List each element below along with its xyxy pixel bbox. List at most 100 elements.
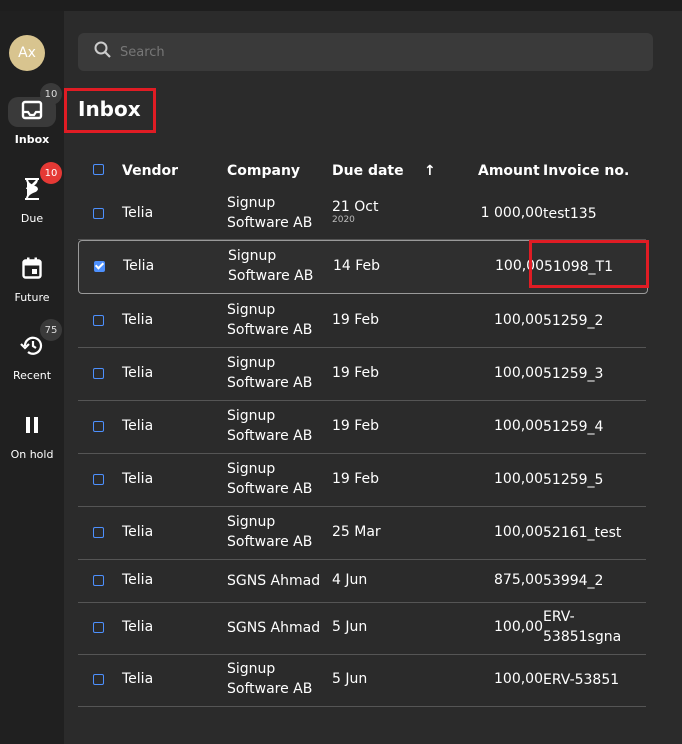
sidebar-item-due[interactable]: 10 Due <box>0 162 64 225</box>
sidebar-item-future[interactable]: Future <box>0 255 64 304</box>
cell-invoice: 53994_2 <box>543 571 603 591</box>
cell-invoice-line1: 53994_2 <box>543 573 604 589</box>
cell-due-date: 21 Oct 2020 <box>332 199 378 225</box>
sidebar-item-on-hold[interactable]: On hold <box>0 412 64 461</box>
cell-invoice-line1: 51259_2 <box>543 313 604 329</box>
cell-company: Signup Software AB <box>227 406 312 446</box>
column-header-due-date[interactable]: Due date <box>332 163 404 179</box>
column-header-invoice[interactable]: Invoice no. <box>543 163 629 179</box>
cell-vendor: Telia <box>122 205 154 221</box>
cell-company-line2: Software AB <box>227 375 313 391</box>
cell-invoice: 51259_3 <box>543 364 603 384</box>
table-row[interactable]: Telia Signup Software AB 5 Jun 100,00 ERV-538… <box>78 654 646 707</box>
cell-due-date: 19 Feb <box>332 365 379 381</box>
row-checkbox[interactable] <box>94 261 105 272</box>
cell-due-date: 19 Feb <box>332 418 379 434</box>
cell-company-line2: Software AB <box>228 268 314 284</box>
row-checkbox[interactable] <box>93 208 104 219</box>
cell-due-date: 14 Feb <box>333 258 380 274</box>
cell-invoice-line1: 51098_T1 <box>544 259 613 275</box>
cell-amount: 100,00 <box>494 312 543 328</box>
cell-vendor: Telia <box>122 572 154 588</box>
sort-arrow-icon[interactable]: ↑ <box>424 163 436 179</box>
cell-invoice-line1: 52161_test <box>543 525 622 541</box>
cell-invoice: 51098_T1 <box>544 257 613 277</box>
search-input[interactable] <box>118 43 622 61</box>
cell-due-day: 4 Jun <box>332 572 368 588</box>
table-row[interactable]: Telia SGNS Ahmad 5 Jun 100,00 ERV- 53851sgna <box>78 602 646 655</box>
row-checkbox[interactable] <box>93 527 104 538</box>
sidebar: Ax 10 Inbox 10 Due Future 75 Recent On h… <box>0 11 64 744</box>
column-header-amount[interactable]: Amount <box>478 163 540 179</box>
cell-vendor: Telia <box>122 619 154 635</box>
history-icon <box>20 335 44 361</box>
search-bar <box>78 33 653 71</box>
cell-due-day: 21 Oct <box>332 199 379 215</box>
column-header-vendor[interactable]: Vendor <box>122 163 178 179</box>
cell-company: Signup Software AB <box>227 459 312 499</box>
sidebar-item-label: Future <box>14 291 50 304</box>
row-checkbox[interactable] <box>93 474 104 485</box>
cell-company-line1: Signup <box>227 461 276 477</box>
cell-due-day: 19 Feb <box>332 312 380 328</box>
cell-invoice-line1: 51259_5 <box>543 472 604 488</box>
row-checkbox[interactable] <box>93 315 104 326</box>
cell-company: SGNS Ahmad <box>227 618 320 638</box>
sidebar-item-label: On hold <box>10 448 54 461</box>
avatar[interactable]: Ax <box>9 35 45 71</box>
table-row[interactable]: Telia Signup Software AB 19 Feb 100,00 51259_… <box>78 295 646 348</box>
table-row[interactable]: Telia Signup Software AB 19 Feb 100,00 51259_… <box>78 401 646 454</box>
recent-badge: 75 <box>40 319 62 341</box>
cell-company-line2: Software AB <box>227 681 313 697</box>
cell-vendor: Telia <box>122 312 154 328</box>
pause-icon <box>24 415 40 439</box>
cell-company: Signup Software AB <box>227 300 312 340</box>
cell-company-line1: Signup <box>227 195 276 211</box>
page-title: Inbox <box>78 97 141 121</box>
cell-company-line1: SGNS Ahmad <box>227 620 321 636</box>
sidebar-item-label: Inbox <box>14 133 50 146</box>
cell-invoice-line1: test135 <box>543 206 597 222</box>
cell-due-day: 5 Jun <box>332 671 368 687</box>
row-checkbox[interactable] <box>93 622 104 633</box>
cell-due-day: 25 Mar <box>332 524 381 540</box>
cell-company: Signup Software AB <box>227 193 312 233</box>
cell-amount: 100,00 <box>495 258 544 274</box>
table-header: Vendor Company Due date ↑ Amount Invoice… <box>78 159 646 183</box>
cell-company: Signup Software AB <box>227 659 312 699</box>
row-checkbox[interactable] <box>93 575 104 586</box>
main-content: Inbox Vendor Company Due date ↑ Amount I… <box>64 11 682 744</box>
sidebar-item-label: Recent <box>12 369 52 382</box>
row-checkbox[interactable] <box>93 421 104 432</box>
table-row[interactable]: Telia Signup Software AB 14 Feb 100,00 51098_… <box>78 240 648 294</box>
cell-amount: 100,00 <box>494 671 543 687</box>
table-row[interactable]: Telia Signup Software AB 19 Feb 100,00 51259_… <box>78 454 646 507</box>
table-row[interactable]: Telia Signup Software AB 25 Mar 100,00 52161_… <box>78 507 646 560</box>
table-row[interactable]: Telia Signup Software AB 21 Oct 2020 1 000,00… <box>78 189 646 240</box>
cell-vendor: Telia <box>122 418 154 434</box>
table-row[interactable]: Telia Signup Software AB 19 Feb 100,00 51259_… <box>78 348 646 401</box>
cell-due-day: 19 Feb <box>332 471 380 487</box>
table-row[interactable]: Telia SGNS Ahmad 4 Jun 875,00 53994_2 <box>78 560 646 603</box>
select-all-checkbox[interactable] <box>93 164 104 175</box>
cell-vendor: Telia <box>122 471 154 487</box>
sidebar-item-inbox[interactable]: 10 Inbox <box>0 83 64 146</box>
row-checkbox[interactable] <box>93 674 104 685</box>
cell-company-line2: Software AB <box>227 481 313 497</box>
column-header-company[interactable]: Company <box>227 163 300 179</box>
cell-company-line1: Signup <box>227 355 276 371</box>
inbox-icon <box>21 100 43 124</box>
cell-company-line1: Signup <box>227 302 276 318</box>
cell-company-line2: Software AB <box>227 534 313 550</box>
cell-invoice-line2: 53851sgna <box>543 629 622 645</box>
sidebar-item-recent[interactable]: 75 Recent <box>0 319 64 382</box>
inbox-badge: 10 <box>40 83 62 105</box>
cell-invoice: 52161_test <box>543 523 621 543</box>
cell-due-year: 2020 <box>332 215 355 225</box>
row-checkbox[interactable] <box>93 368 104 379</box>
cell-invoice-line1: 51259_4 <box>543 419 604 435</box>
cell-vendor: Telia <box>122 524 154 540</box>
cell-due-day: 5 Jun <box>332 619 368 635</box>
cell-company-line1: Signup <box>228 248 277 264</box>
cell-invoice: test135 <box>543 204 597 224</box>
